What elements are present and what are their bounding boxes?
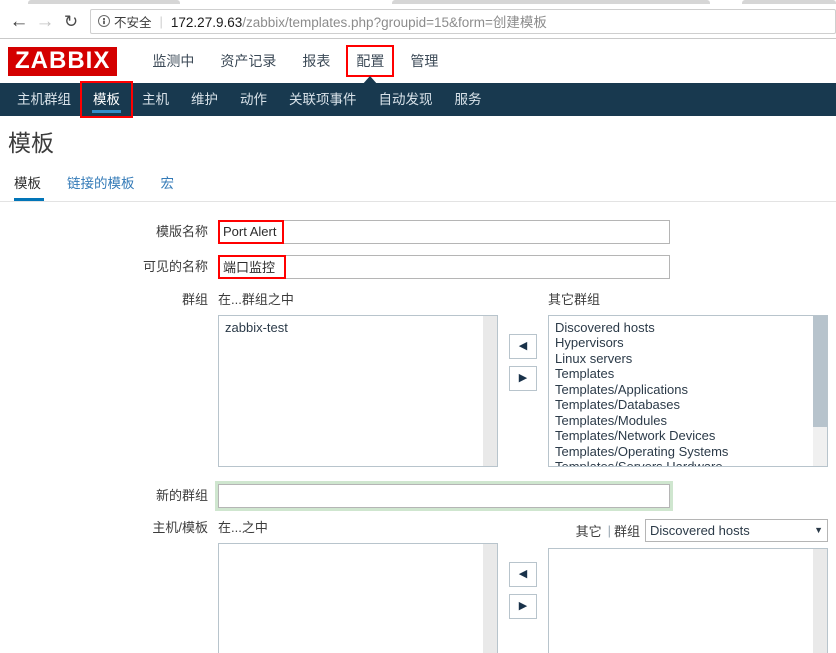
groups-in-scrollbar[interactable] bbox=[483, 315, 497, 466]
hosts-templates-other-scrollbar[interactable] bbox=[813, 548, 827, 653]
template-name-row: 模版名称 bbox=[0, 219, 836, 244]
arrow-left-icon[interactable]: ◀ bbox=[509, 333, 537, 359]
hosts-templates-group-select[interactable]: Discovered hosts ▼ bbox=[645, 518, 828, 542]
tab-linked-templates[interactable]: 链接的模板 bbox=[54, 172, 148, 200]
template-form: 模版名称 可见的名称 群组 在...群组之中 zabbix-test bbox=[0, 202, 836, 653]
groups-row: 群组 在...群组之中 zabbix-test ◀ ▶ 其它群组 Discove… bbox=[0, 291, 836, 467]
list-item[interactable]: Templates/Operating Systems bbox=[549, 444, 827, 460]
main-menu: 监测中 资产记录 报表 配置 管理 bbox=[139, 39, 451, 85]
hosts-templates-transfer-buttons: ◀ ▶ bbox=[498, 519, 548, 626]
new-group-label: 新的群组 bbox=[155, 487, 208, 503]
subnav-item-hosts[interactable]: 主机 bbox=[131, 83, 180, 116]
template-name-label: 模版名称 bbox=[155, 223, 208, 239]
hosts-templates-other-listbox[interactable] bbox=[548, 547, 828, 653]
zabbix-logo[interactable]: ZABBIX bbox=[8, 46, 118, 76]
hosts-templates-in-listbox[interactable] bbox=[218, 542, 498, 653]
menu-item-configuration[interactable]: 配置 bbox=[346, 45, 395, 85]
subnav-item-maintenance[interactable]: 维护 bbox=[180, 83, 229, 116]
url-path: /zabbix/templates.php?groupid=15&form=创建… bbox=[242, 15, 547, 30]
menu-item-reports[interactable]: 报表 bbox=[289, 39, 343, 83]
menu-item-administration[interactable]: 管理 bbox=[397, 39, 451, 83]
page-title: 模板 bbox=[8, 130, 54, 156]
hosts-templates-other-label: 其它 bbox=[575, 523, 602, 539]
forward-arrow-icon[interactable]: → bbox=[32, 8, 58, 34]
hosts-templates-label: 主机/模板 bbox=[152, 519, 208, 535]
list-item[interactable]: Templates/Databases bbox=[549, 397, 827, 413]
subnav-item-correlation[interactable]: 关联项事件 bbox=[278, 83, 368, 116]
hosts-templates-in-panel: 在...之中 bbox=[218, 519, 498, 653]
app-header: ZABBIX 监测中 资产记录 报表 配置 管理 bbox=[0, 39, 836, 85]
arrow-left-icon[interactable]: ◀ bbox=[509, 561, 537, 587]
arrow-right-icon[interactable]: ▶ bbox=[509, 365, 537, 391]
groups-in-list: zabbix-test bbox=[219, 316, 497, 336]
subnav-item-host-groups[interactable]: 主机群组 bbox=[6, 83, 82, 116]
scrollbar-thumb[interactable] bbox=[813, 548, 827, 653]
security-indicator[interactable]: 不安全 bbox=[98, 12, 152, 31]
visible-name-row: 可见的名称 bbox=[0, 254, 836, 279]
info-circle-icon bbox=[98, 15, 110, 27]
hosts-templates-other-panel: 其它 | 群组 Discovered hosts ▼ bbox=[548, 518, 828, 653]
chevron-down-icon: ▼ bbox=[814, 525, 823, 536]
groups-label: 群组 bbox=[181, 291, 208, 307]
security-label: 不安全 bbox=[114, 15, 152, 30]
new-group-row: 新的群组 bbox=[0, 483, 836, 508]
visible-name-label: 可见的名称 bbox=[142, 258, 208, 274]
browser-chrome: ← → ↻ 不安全 | 172.27.9.63/zabbix/templates… bbox=[0, 0, 836, 39]
tab-macros[interactable]: 宏 bbox=[148, 172, 188, 200]
hosts-templates-in-scrollbar[interactable] bbox=[483, 543, 497, 653]
list-item[interactable]: Templates/Modules bbox=[549, 413, 827, 429]
groups-in-panel: 在...群组之中 zabbix-test bbox=[218, 291, 498, 467]
url-host: 172.27.9.63 bbox=[170, 15, 243, 30]
scrollbar-thumb[interactable] bbox=[483, 543, 497, 653]
list-item[interactable]: Linux servers bbox=[549, 351, 827, 367]
list-item[interactable]: Templates/Applications bbox=[549, 382, 827, 398]
arrow-right-icon[interactable]: ▶ bbox=[509, 593, 537, 619]
sub-navigation: 主机群组 模板 主机 维护 动作 关联项事件 自动发现 服务 bbox=[0, 81, 836, 118]
list-item[interactable]: Discovered hosts bbox=[549, 320, 827, 336]
menu-item-inventory[interactable]: 资产记录 bbox=[207, 39, 289, 83]
hosts-templates-other-list bbox=[549, 549, 827, 553]
address-bar-url: 172.27.9.63/zabbix/templates.php?groupid… bbox=[171, 11, 547, 31]
groups-in-listbox[interactable]: zabbix-test bbox=[218, 314, 498, 467]
list-item[interactable]: Templates/Network Devices bbox=[549, 428, 827, 444]
hosts-templates-other-header: 其它 | 群组 Discovered hosts ▼ bbox=[548, 518, 828, 542]
template-name-input[interactable] bbox=[218, 219, 670, 244]
hosts-templates-group-label: 群组 bbox=[613, 523, 640, 539]
reload-icon[interactable]: ↻ bbox=[58, 8, 84, 34]
menu-item-configuration-label: 配置 bbox=[356, 53, 385, 69]
tab-template[interactable]: 模板 bbox=[12, 172, 54, 201]
groups-other-listbox[interactable]: Discovered hosts Hypervisors Linux serve… bbox=[548, 314, 828, 467]
subnav-item-templates[interactable]: 模板 bbox=[80, 81, 133, 118]
visible-name-input-wrap bbox=[218, 254, 670, 279]
back-arrow-icon[interactable]: ← bbox=[6, 8, 32, 34]
list-item[interactable]: Hypervisors bbox=[549, 335, 827, 351]
hosts-templates-group-selected: Discovered hosts bbox=[650, 522, 750, 538]
list-item[interactable]: Templates bbox=[549, 366, 827, 382]
groups-other-panel: 其它群组 Discovered hosts Hypervisors Linux … bbox=[548, 291, 828, 467]
subnav-item-actions[interactable]: 动作 bbox=[229, 83, 278, 116]
browser-navigation-bar: ← → ↻ 不安全 | 172.27.9.63/zabbix/templates… bbox=[0, 4, 836, 38]
visible-name-input[interactable] bbox=[218, 254, 670, 279]
new-group-input[interactable] bbox=[218, 483, 670, 508]
groups-other-list: Discovered hosts Hypervisors Linux serve… bbox=[549, 316, 827, 466]
hosts-templates-row: 主机/模板 在...之中 ◀ ▶ 其它 | 群组 Discovered host… bbox=[0, 518, 836, 653]
header-divider: | bbox=[607, 522, 611, 538]
menu-item-monitoring[interactable]: 监测中 bbox=[139, 39, 207, 83]
list-item[interactable]: Templates/Servers Hardware bbox=[549, 459, 827, 466]
address-bar[interactable]: 不安全 | 172.27.9.63/zabbix/templates.php?g… bbox=[90, 8, 836, 34]
address-bar-divider: | bbox=[159, 13, 163, 29]
scrollbar-thumb[interactable] bbox=[483, 315, 497, 466]
groups-other-caption: 其它群组 bbox=[548, 291, 601, 307]
form-tab-bar: 模板 链接的模板 宏 bbox=[0, 172, 836, 202]
hosts-templates-in-list bbox=[219, 544, 497, 548]
list-item[interactable]: zabbix-test bbox=[219, 320, 497, 336]
scrollbar-thumb[interactable] bbox=[813, 315, 827, 427]
hosts-templates-in-caption: 在...之中 bbox=[218, 519, 268, 535]
groups-in-caption: 在...群组之中 bbox=[218, 291, 294, 307]
groups-other-scrollbar[interactable] bbox=[813, 315, 827, 466]
groups-transfer-buttons: ◀ ▶ bbox=[498, 291, 548, 398]
subnav-item-discovery[interactable]: 自动发现 bbox=[368, 83, 444, 116]
subnav-item-services[interactable]: 服务 bbox=[444, 83, 493, 116]
template-name-input-wrap bbox=[218, 219, 670, 244]
